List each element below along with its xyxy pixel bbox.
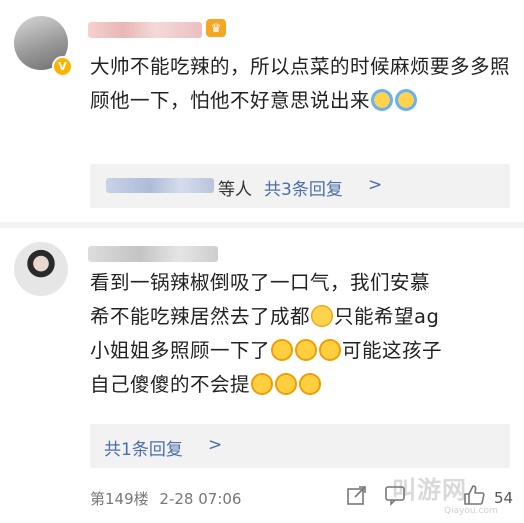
watermark-url: Qiayou.com	[444, 506, 498, 516]
chevron-right-icon[interactable]: >	[368, 175, 382, 195]
crying-emoji-icon	[295, 339, 318, 361]
crying-emoji-icon	[319, 339, 342, 361]
comment-line-2a: 希不能吃辣居然去了成都	[90, 305, 311, 328]
comment-line-3a: 小姐姐多照顾一下了	[90, 339, 271, 362]
comment-text: 看到一锅辣椒倒吸了一口气，我们安慕 希不能吃辣居然去了成都 只能希望ag 小姐姐多…	[90, 266, 510, 402]
comment-line-2: 希不能吃辣居然去了成都 只能希望ag	[90, 300, 510, 334]
floor-number: 第149楼	[90, 490, 149, 508]
replies-summary[interactable]: 共1条回复 >	[90, 424, 510, 468]
comment-line-3: 小姐姐多照顾一下了 可能这孩子	[90, 334, 510, 368]
crying-emoji-icon	[271, 339, 294, 361]
comment-line-3b: 可能这孩子	[342, 339, 443, 362]
comment-line-1: 看到一锅辣椒倒吸了一口气，我们安慕	[90, 271, 431, 294]
replies-count-link[interactable]: 共1条回复	[104, 435, 183, 460]
comment-line-4: 自己傻傻的不会提	[90, 368, 510, 402]
share-icon[interactable]	[346, 484, 368, 511]
comment-line-2b: 只能希望ag	[334, 305, 440, 328]
avatar[interactable]	[14, 242, 68, 296]
crying-emoji-icon	[251, 373, 274, 395]
sweat-emoji-icon	[371, 89, 394, 111]
watermark-logo: 叫游网	[392, 476, 467, 504]
comment-meta: 第149楼 2-28 07:06	[90, 488, 241, 509]
laugh-cry-emoji-icon	[311, 305, 334, 327]
sweat-emoji-icon	[395, 89, 418, 111]
comment-text-content: 大帅不能吃辣的，所以点菜的时候麻烦要多多照顾他一下，怕他不好意思说出来	[90, 55, 511, 112]
comment-line-4a: 自己傻傻的不会提	[90, 373, 251, 396]
replies-count-link[interactable]: 共3条回复	[264, 175, 343, 200]
timestamp: 2-28 07:06	[159, 490, 242, 508]
v-badge-icon: V	[52, 56, 73, 77]
username-blurred[interactable]	[88, 246, 218, 262]
comment-text: 大帅不能吃辣的，所以点菜的时候麻烦要多多照顾他一下，怕他不好意思说出来	[90, 50, 510, 118]
crying-emoji-icon	[275, 373, 298, 395]
chevron-right-icon[interactable]: >	[208, 435, 222, 455]
crying-emoji-icon	[299, 373, 322, 395]
comment-1: V ♛ 大帅不能吃辣的，所以点菜的时候麻烦要多多照顾他一下，怕他不好意思说出来 …	[0, 0, 524, 222]
reply-username-blurred[interactable]	[106, 178, 214, 193]
crown-icon: ♛	[206, 19, 226, 37]
replies-suffix: 等人	[218, 180, 252, 200]
replies-summary[interactable]: 等人 共3条回复 >	[90, 164, 510, 208]
like-count: 54	[494, 489, 514, 507]
username-blurred[interactable]	[88, 22, 202, 38]
